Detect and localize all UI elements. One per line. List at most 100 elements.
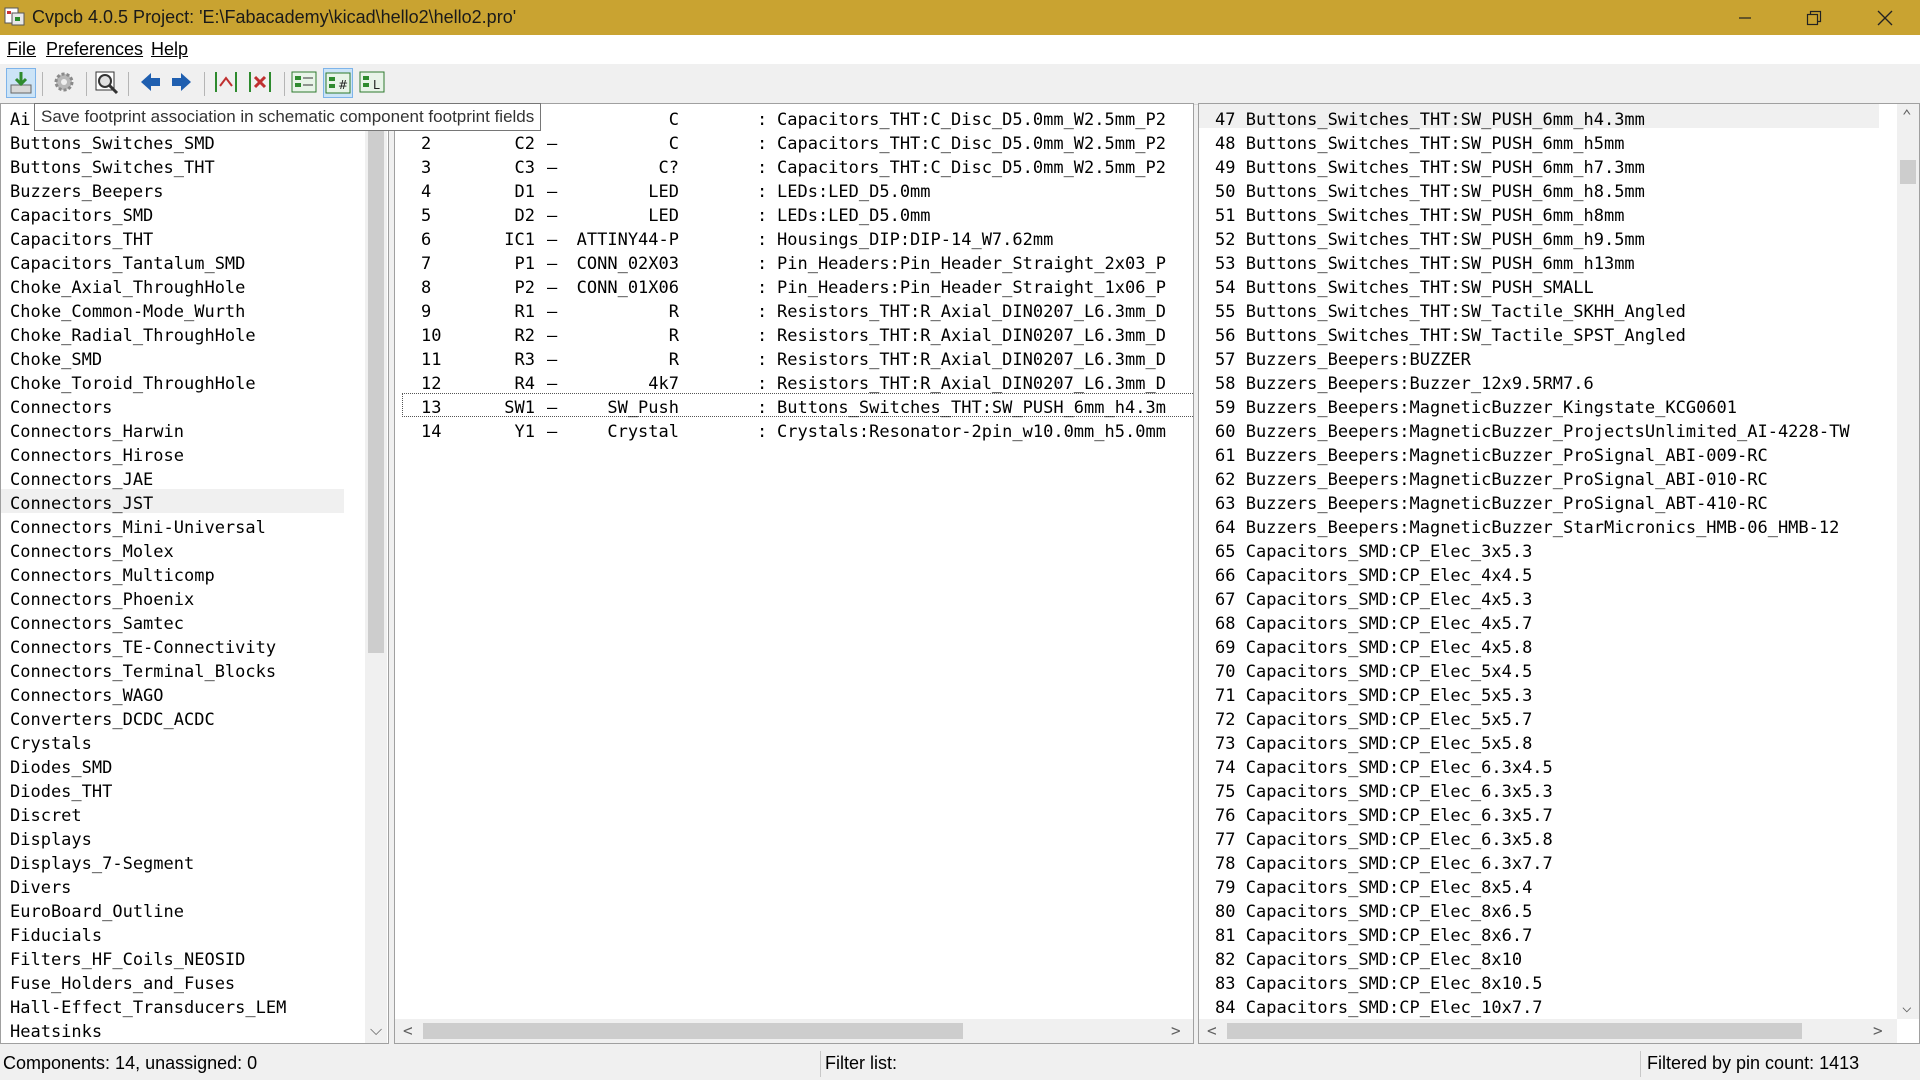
library-list-item[interactable]: Choke_SMD [10,348,102,372]
footprint-list-item[interactable]: 66 Capacitors_SMD:CP_Elec_4x4.5 [1215,564,1532,588]
next-button[interactable] [168,68,198,98]
library-list-item[interactable]: Fuse_Holders_and_Fuses [10,972,235,996]
footprint-list-item[interactable]: 47 Buttons_Switches_THT:SW_PUSH_6mm_h4.3… [1215,108,1645,132]
footprint-list-item[interactable]: 77 Capacitors_SMD:CP_Elec_6.3x5.8 [1215,828,1553,852]
filter-library-button[interactable]: L [358,68,388,98]
component-row[interactable]: 13 SW1 SW_Push Buttons_Switches_THT:SW_PUSH… [395,396,1193,420]
footprint-list-item[interactable]: 59 Buzzers_Beepers:MagneticBuzzer_Kingst… [1215,396,1737,420]
menu-file[interactable]: File [7,35,36,64]
library-list-item[interactable]: Capacitors_SMD [10,204,153,228]
minimize-button[interactable] [1710,0,1780,35]
close-button[interactable] [1850,0,1920,35]
footprint-list-item[interactable]: 75 Capacitors_SMD:CP_Elec_6.3x5.3 [1215,780,1553,804]
menu-help[interactable]: Help [151,35,188,64]
restore-button[interactable] [1779,0,1849,35]
footprint-list-item[interactable]: 72 Capacitors_SMD:CP_Elec_5x5.7 [1215,708,1532,732]
footprint-scroll-thumb[interactable] [1900,160,1916,184]
library-list-item[interactable]: Choke_Radial_ThroughHole [10,324,256,348]
footprint-list-item[interactable]: 74 Capacitors_SMD:CP_Elec_6.3x4.5 [1215,756,1553,780]
footprint-list-item[interactable]: 57 Buzzers_Beepers:BUZZER [1215,348,1471,372]
library-scroll-thumb[interactable] [368,128,384,653]
library-list-item[interactable]: Connectors_Phoenix [10,588,194,612]
library-list-item[interactable]: Connectors_Harwin [10,420,184,444]
library-list-item[interactable]: Capacitors_THT [10,228,153,252]
footprint-list-item[interactable]: 50 Buttons_Switches_THT:SW_PUSH_6mm_h8.5… [1215,180,1645,204]
footprint-list-item[interactable]: 68 Capacitors_SMD:CP_Elec_4x5.7 [1215,612,1532,636]
library-list-item[interactable]: Connectors_Samtec [10,612,184,636]
library-list-item[interactable]: Displays_7-Segment [10,852,194,876]
component-row[interactable]: 12 R4 4k7 Resistors_THT:R_Axial_DIN0207_L6.… [395,372,1193,396]
library-vertical-scrollbar[interactable]: ⌵ [365,104,387,1043]
library-list-item[interactable]: Ai [10,108,30,132]
footprint-list-item[interactable]: 67 Capacitors_SMD:CP_Elec_4x5.3 [1215,588,1532,612]
component-row[interactable]: 14 Y1 Crystal Crystals:Resonator-2pin_w10.0… [395,420,1193,444]
footprint-list-item[interactable]: 84 Capacitors_SMD:CP_Elec_10x7.7 [1215,996,1543,1020]
footprint-list-item[interactable]: 54 Buttons_Switches_THT:SW_PUSH_SMALL [1215,276,1594,300]
previous-button[interactable] [136,68,166,98]
footprint-vertical-scrollbar[interactable]: ⌃ ⌵ [1897,104,1919,1019]
component-hscroll-thumb[interactable] [423,1023,963,1039]
delete-associations-button[interactable] [246,68,276,98]
library-list-item[interactable]: Connectors_JST [10,492,153,516]
library-list-item[interactable]: Fiducials [10,924,102,948]
scroll-right-arrow-icon[interactable]: > [1873,1021,1883,1041]
footprint-list-item[interactable]: 52 Buttons_Switches_THT:SW_PUSH_6mm_h9.5… [1215,228,1645,252]
footprint-list-item[interactable]: 49 Buttons_Switches_THT:SW_PUSH_6mm_h7.3… [1215,156,1645,180]
component-row[interactable]: 3 C3 C? Capacitors_THT:C_Disc_D5.0mm_W2.5mm… [395,156,1193,180]
component-row[interactable]: 6 IC1 ATTINY44-P Housings_DIP:DIP-14_W7.62m… [395,228,1193,252]
library-list-item[interactable]: Connectors_WAGO [10,684,164,708]
footprint-list-item[interactable]: 79 Capacitors_SMD:CP_Elec_8x5.4 [1215,876,1532,900]
footprint-list-item[interactable]: 81 Capacitors_SMD:CP_Elec_8x6.7 [1215,924,1532,948]
menu-preferences[interactable]: Preferences [46,35,143,64]
library-list-item[interactable]: Capacitors_Tantalum_SMD [10,252,245,276]
settings-button[interactable] [50,68,80,98]
footprint-list-item[interactable]: 82 Capacitors_SMD:CP_Elec_8x10 [1215,948,1522,972]
library-list-item[interactable]: Connectors_Terminal_Blocks [10,660,276,684]
library-list-item[interactable]: Choke_Toroid_ThroughHole [10,372,256,396]
library-list-item[interactable]: Connectors_Hirose [10,444,184,468]
footprint-list-item[interactable]: 58 Buzzers_Beepers:Buzzer_12x9.5RM7.6 [1215,372,1594,396]
library-list-item[interactable]: Connectors_TE-Connectivity [10,636,276,660]
library-list-item[interactable]: Connectors_Mini-Universal [10,516,266,540]
footprint-list-item[interactable]: 56 Buttons_Switches_THT:SW_Tactile_SPST_… [1215,324,1686,348]
component-row[interactable]: 2 C2 C Capacitors_THT:C_Disc_D5.0mm_W2.5mm_… [395,132,1193,156]
filter-pin-count-button[interactable]: # [323,68,353,98]
library-list-item[interactable]: Converters_DCDC_ACDC [10,708,215,732]
library-list-item[interactable]: Crystals [10,732,92,756]
scroll-up-arrow-icon[interactable]: ⌃ [1902,106,1912,126]
component-row[interactable]: 7 P1 CONN_02X03 Pin_Headers:Pin_Header_Stra… [395,252,1193,276]
library-list-item[interactable]: Discret [10,804,82,828]
view-footprint-button[interactable] [92,68,122,98]
library-list-item[interactable]: Connectors [10,396,112,420]
library-list-item[interactable]: Connectors_Molex [10,540,174,564]
library-list-item[interactable]: Displays [10,828,92,852]
scroll-down-arrow-icon[interactable]: ⌵ [1902,997,1912,1017]
footprint-list-item[interactable]: 61 Buzzers_Beepers:MagneticBuzzer_ProSig… [1215,444,1768,468]
component-row[interactable]: 8 P2 CONN_01X06 Pin_Headers:Pin_Header_Stra… [395,276,1193,300]
footprint-list-item[interactable]: 76 Capacitors_SMD:CP_Elec_6.3x5.7 [1215,804,1553,828]
library-list-item[interactable]: Choke_Axial_ThroughHole [10,276,245,300]
library-list-item[interactable]: Choke_Common-Mode_Wurth [10,300,245,324]
library-list-item[interactable]: Diodes_SMD [10,756,112,780]
footprint-list-item[interactable]: 69 Capacitors_SMD:CP_Elec_4x5.8 [1215,636,1532,660]
footprint-list-item[interactable]: 53 Buttons_Switches_THT:SW_PUSH_6mm_h13m… [1215,252,1635,276]
scroll-left-arrow-icon[interactable]: < [403,1021,413,1041]
library-list-item[interactable]: Hall-Effect_Transducers_LEM [10,996,286,1020]
footprint-list-item[interactable]: 62 Buzzers_Beepers:MagneticBuzzer_ProSig… [1215,468,1768,492]
component-row[interactable]: 4 D1 LED LEDs:LED_D5.0mm –: [395,180,1193,204]
library-list-item[interactable]: Connectors_Multicomp [10,564,215,588]
component-row[interactable]: 11 R3 R Resistors_THT:R_Axial_DIN0207_L6.3m… [395,348,1193,372]
component-row[interactable]: 5 D2 LED LEDs:LED_D5.0mm –: [395,204,1193,228]
library-list-item[interactable]: Filters_HF_Coils_NEOSID [10,948,245,972]
library-list-item[interactable]: Diodes_THT [10,780,112,804]
auto-associate-button[interactable] [212,68,242,98]
component-horizontal-scrollbar[interactable]: < > [395,1019,1193,1043]
scroll-right-arrow-icon[interactable]: > [1171,1021,1181,1041]
library-list-item[interactable]: Divers [10,876,71,900]
library-list-item[interactable]: EuroBoard_Outline [10,900,184,924]
footprint-list-item[interactable]: 71 Capacitors_SMD:CP_Elec_5x5.3 [1215,684,1532,708]
footprint-list-item[interactable]: 60 Buzzers_Beepers:MagneticBuzzer_Projec… [1215,420,1850,444]
footprint-list-item[interactable]: 51 Buttons_Switches_THT:SW_PUSH_6mm_h8mm [1215,204,1624,228]
library-list-item[interactable]: Heatsinks [10,1020,102,1043]
library-list-item[interactable]: Connectors_JAE [10,468,153,492]
